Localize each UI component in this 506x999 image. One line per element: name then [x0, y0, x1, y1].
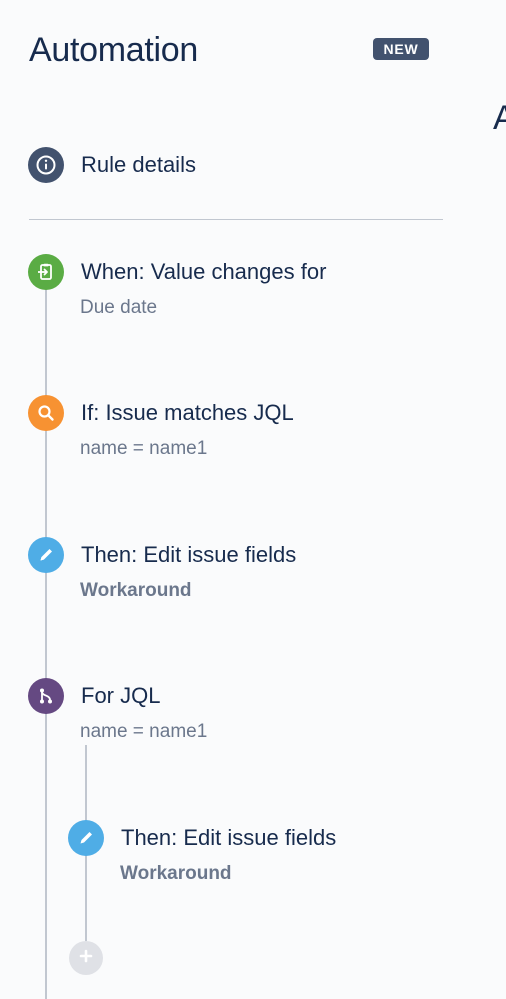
- branch-subtitle: name = name1: [80, 721, 208, 742]
- rule-details-label: Rule details: [81, 152, 196, 177]
- condition-subtitle: name = name1: [80, 438, 208, 459]
- nested-action-title: Then: Edit issue fields: [121, 825, 337, 850]
- search-icon: [28, 395, 64, 431]
- info-icon: [28, 147, 64, 183]
- condition-title: If: Issue matches JQL: [81, 400, 294, 425]
- divider: [29, 219, 443, 220]
- pencil-icon: [28, 537, 64, 573]
- trigger-title: When: Value changes for: [81, 259, 327, 284]
- add-component-button[interactable]: [69, 941, 103, 975]
- rule-details-item[interactable]: Rule details: [28, 147, 196, 183]
- page-title: Automation: [29, 31, 198, 69]
- nested-action-subtitle: Workaround: [120, 863, 232, 884]
- pencil-icon: [68, 820, 104, 856]
- flow-connector: [45, 283, 47, 999]
- cropped-heading: A: [493, 99, 506, 137]
- trigger-subtitle: Due date: [80, 297, 158, 318]
- branch-title: For JQL: [81, 683, 161, 708]
- trigger-icon: [28, 254, 64, 290]
- action-title: Then: Edit issue fields: [81, 542, 297, 567]
- action-subtitle: Workaround: [80, 580, 192, 601]
- automation-panel: Automation NEW A Rule details When: Valu…: [0, 0, 506, 999]
- plus-icon: [78, 948, 94, 969]
- new-badge: NEW: [373, 38, 429, 60]
- branch-icon: [28, 678, 64, 714]
